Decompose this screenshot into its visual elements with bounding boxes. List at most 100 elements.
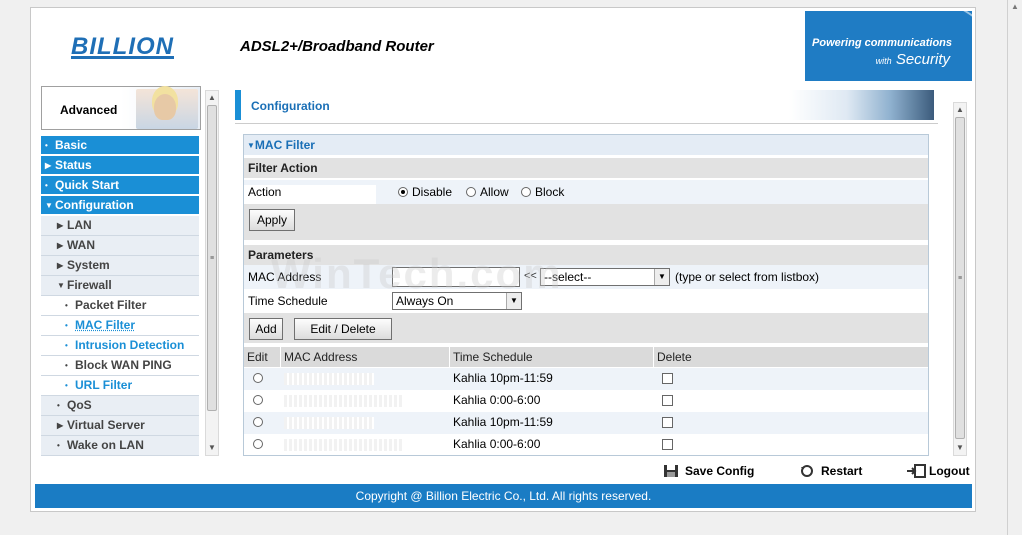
scroll-up-icon[interactable]: ▲ (206, 91, 218, 105)
page-title: Configuration (251, 99, 330, 113)
sidebar-item-status[interactable]: ▶ Status (41, 156, 199, 176)
copy-arrow: << (524, 270, 537, 282)
sidebar-item-configuration[interactable]: ▼ Configuration (41, 196, 199, 216)
scroll-thumb[interactable]: ≡ (955, 117, 965, 439)
router-frame: BILLION ADSL2+/Broadband Router Powering… (30, 7, 976, 512)
sidebar-item-label: Packet Filter (75, 298, 147, 312)
table-row: Kahlia 0:00-6:00 (244, 390, 928, 412)
sidebar-item-system[interactable]: ▶ System (41, 256, 199, 276)
sidebar-item-mac-filter[interactable]: • MAC Filter (41, 316, 199, 336)
col-time-schedule: Time Schedule (450, 347, 653, 367)
redacted-mac (284, 395, 404, 407)
mac-listbox-value: --select-- (544, 270, 592, 284)
radio-allow-icon[interactable] (466, 187, 476, 197)
delete-checkbox[interactable] (662, 373, 673, 384)
save-icon (663, 464, 679, 478)
apply-button[interactable]: Apply (249, 209, 295, 231)
sidebar-scrollbar[interactable]: ▲ ≡ ▼ (205, 90, 219, 456)
scroll-down-icon[interactable]: ▼ (954, 441, 966, 455)
sidebar-item-url-filter[interactable]: • URL Filter (41, 376, 199, 396)
config-header: Configuration (235, 88, 938, 124)
scroll-up-icon[interactable]: ▲ (1011, 2, 1019, 11)
mac-address-label: MAC Address (248, 270, 322, 284)
bullet-icon: • (65, 301, 68, 310)
bullet-icon: • (65, 321, 68, 330)
sidebar-item-firewall[interactable]: ▼ Firewall (41, 276, 199, 296)
sidebar-item-qos[interactable]: • QoS (41, 396, 199, 416)
arrow-right-icon: ▶ (57, 241, 64, 250)
billion-logo: BILLION (71, 33, 174, 60)
sidebar: Advanced • Basic ▶ Status • Quick Start ▼ Confi… (39, 84, 221, 456)
sidebar-item-wan[interactable]: ▶ WAN (41, 236, 199, 256)
schedule-cell: Kahlia 10pm-11:59 (453, 415, 553, 429)
bullet-icon: • (65, 381, 68, 390)
window-scrollbar[interactable]: ▲ (1007, 0, 1022, 535)
sidebar-item-intrusion-detection[interactable]: • Intrusion Detection (41, 336, 199, 356)
bullet-icon: • (45, 181, 48, 190)
edit-radio[interactable] (253, 373, 263, 383)
tagline-bottom: with Security (876, 51, 950, 68)
time-schedule-select[interactable]: Always On ▼ (392, 292, 522, 310)
delete-checkbox[interactable] (662, 439, 673, 450)
logout-label: Logout (929, 464, 970, 478)
radio-allow[interactable]: Allow (466, 185, 509, 199)
tagline-prefix: with (875, 56, 892, 66)
office-banner-image (789, 90, 934, 120)
scroll-thumb[interactable]: ≡ (207, 105, 217, 411)
mac-listbox[interactable]: --select-- ▼ (540, 268, 670, 286)
tagline-top: Powering communications (812, 37, 952, 49)
redacted-mac (284, 373, 374, 385)
sidebar-item-label: System (67, 258, 110, 272)
restart-label: Restart (821, 464, 863, 478)
bullet-icon: • (65, 341, 68, 350)
section-title: ▼MAC Filter (244, 135, 928, 155)
edit-radio[interactable] (253, 439, 263, 449)
mac-address-input[interactable] (392, 267, 520, 287)
sidebar-item-label: URL Filter (75, 378, 133, 392)
delete-checkbox[interactable] (662, 417, 673, 428)
add-button[interactable]: Add (249, 318, 283, 340)
arrow-down-icon: ▼ (57, 281, 65, 290)
time-schedule-row: Time Schedule Always On ▼ (244, 289, 928, 313)
sidebar-item-block-wan-ping[interactable]: • Block WAN PING (41, 356, 199, 376)
scroll-down-icon[interactable]: ▼ (206, 441, 218, 455)
schedule-cell: Kahlia 0:00-6:00 (453, 393, 541, 407)
sidebar-item-label: QoS (67, 398, 92, 412)
sidebar-menu: • Basic ▶ Status • Quick Start ▼ Configuration ▶… (41, 136, 199, 456)
tagline-security: Security (895, 51, 950, 68)
radio-allow-label: Allow (480, 185, 509, 199)
chevron-down-icon[interactable]: ▼ (654, 269, 669, 285)
sidebar-item-lan[interactable]: ▶ LAN (41, 216, 199, 236)
main-content: Configuration ▼MAC Filter Filter Action … (231, 84, 973, 456)
bullet-icon: • (65, 361, 68, 370)
add-row: Add Edit / Delete (244, 313, 928, 343)
scroll-up-icon[interactable]: ▲ (954, 103, 966, 117)
sidebar-item-virtual-server[interactable]: ▶ Virtual Server (41, 416, 199, 436)
sidebar-item-quick-start[interactable]: • Quick Start (41, 176, 199, 196)
header-banner: BILLION ADSL2+/Broadband Router Powering… (35, 11, 972, 81)
edit-radio[interactable] (253, 417, 263, 427)
delete-checkbox[interactable] (662, 395, 673, 406)
radio-disable-icon[interactable] (398, 187, 408, 197)
main-scrollbar[interactable]: ▲ ≡ ▼ (953, 102, 967, 456)
edit-delete-button[interactable]: Edit / Delete (294, 318, 392, 340)
footer: Copyright @ Billion Electric Co., Ltd. A… (35, 484, 972, 508)
arrow-right-icon: ▶ (57, 261, 64, 270)
config-accent-bar (235, 90, 241, 120)
action-row: Action Disable Allow Block (244, 180, 928, 209)
apply-row: Apply (244, 204, 928, 240)
radio-block-icon[interactable] (521, 187, 531, 197)
chevron-down-icon[interactable]: ▼ (506, 293, 521, 309)
section-title-text: MAC Filter (254, 138, 315, 152)
logout-icon (907, 464, 926, 478)
sidebar-item-basic[interactable]: • Basic (41, 136, 199, 156)
radio-block-label: Block (535, 185, 565, 199)
sidebar-item-wake-on-lan[interactable]: • Wake on LAN (41, 436, 199, 456)
sidebar-item-packet-filter[interactable]: • Packet Filter (41, 296, 199, 316)
table-row: Kahlia 10pm-11:59 (244, 368, 928, 390)
radio-disable[interactable]: Disable (398, 185, 452, 199)
edit-radio[interactable] (253, 395, 263, 405)
radio-block[interactable]: Block (521, 185, 564, 199)
sidebar-item-label: MAC Filter (75, 318, 135, 332)
sidebar-item-label: WAN (67, 238, 95, 252)
